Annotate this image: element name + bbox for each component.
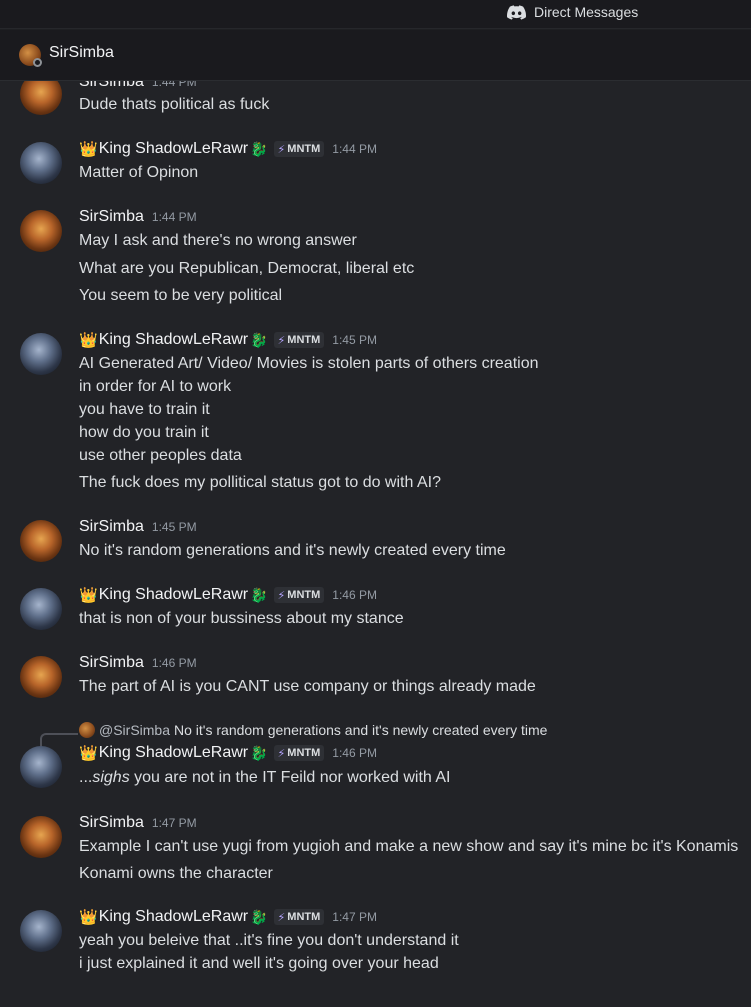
server-tag[interactable]: ⚡ MNTM bbox=[273, 587, 325, 603]
timestamp: 1:45 PM bbox=[332, 333, 377, 347]
crown-icon: 👑 bbox=[79, 745, 98, 762]
timestamp: 1:47 PM bbox=[332, 910, 377, 924]
message-text: Dude thats political as fuck bbox=[79, 96, 270, 113]
avatar[interactable] bbox=[20, 142, 62, 184]
reply-username[interactable]: @SirSimba bbox=[99, 722, 170, 738]
dragon-icon: 🐉 bbox=[250, 908, 268, 925]
avatar[interactable] bbox=[20, 656, 62, 698]
server-tag[interactable]: ⚡ MNTM bbox=[273, 332, 325, 348]
message-text: how do you train it bbox=[79, 424, 209, 441]
crown-icon: 👑 bbox=[79, 332, 98, 349]
avatar[interactable] bbox=[20, 333, 62, 375]
server-tag[interactable]: ⚡ MNTM bbox=[273, 909, 325, 925]
timestamp: 1:44 PM bbox=[332, 142, 377, 156]
reply-preview[interactable]: @SirSimba No it's random generations and… bbox=[79, 722, 547, 738]
dragon-icon: 🐉 bbox=[250, 744, 268, 761]
username[interactable]: SirSimba bbox=[79, 654, 144, 672]
avatar[interactable] bbox=[20, 816, 62, 858]
message-text: yeah you beleive that ..it's fine you do… bbox=[79, 932, 459, 949]
avatar[interactable] bbox=[20, 746, 62, 788]
message-text: i just explained it and well it's going … bbox=[79, 955, 439, 972]
timestamp: 1:46 PM bbox=[151, 656, 197, 670]
dragon-icon: 🐉 bbox=[250, 331, 268, 348]
dragon-icon: 🐉 bbox=[250, 140, 268, 157]
message-text: you have to train it bbox=[79, 401, 210, 418]
username[interactable]: King ShadowLeRawr bbox=[99, 586, 248, 604]
message-text: Example I can't use yugi from yugioh and… bbox=[79, 838, 739, 855]
bolt-icon: ⚡ bbox=[277, 747, 286, 760]
crown-icon: 👑 bbox=[79, 141, 98, 158]
message-text: AI Generated Art/ Video/ Movies is stole… bbox=[79, 355, 539, 372]
avatar[interactable] bbox=[20, 81, 62, 115]
server-tag[interactable]: ⚡ MNTM bbox=[273, 141, 325, 157]
dragon-icon: 🐉 bbox=[250, 586, 268, 603]
username[interactable]: SirSimba bbox=[79, 814, 144, 832]
avatar[interactable] bbox=[20, 910, 62, 952]
message-text: No it's random generations and it's newl… bbox=[79, 542, 506, 559]
direct-messages-header[interactable]: Direct Messages bbox=[507, 4, 638, 20]
direct-messages-label: Direct Messages bbox=[534, 4, 639, 20]
crown-icon: 👑 bbox=[79, 909, 98, 926]
avatar[interactable] bbox=[20, 588, 62, 630]
username[interactable]: King ShadowLeRawr bbox=[99, 744, 248, 762]
discord-icon bbox=[507, 4, 526, 20]
bolt-icon: ⚡ bbox=[277, 911, 286, 924]
reply-text: No it's random generations and it's newl… bbox=[174, 722, 548, 738]
message-text: ...sighs you are not in the IT Feild nor… bbox=[79, 769, 451, 786]
message-feed[interactable]: SirSimba 1:44 PM Dude thats political as… bbox=[0, 81, 751, 1007]
crown-icon: 👑 bbox=[79, 587, 98, 604]
message-text: May I ask and there's no wrong answer bbox=[79, 232, 357, 249]
message-text: Konami owns the character bbox=[79, 865, 273, 882]
message-text: The fuck does my pollitical status got t… bbox=[79, 474, 441, 491]
timestamp: 1:44 PM bbox=[151, 210, 197, 224]
bolt-icon: ⚡ bbox=[277, 334, 286, 347]
channel-name[interactable]: SirSimba bbox=[49, 44, 114, 62]
timestamp: 1:44 PM bbox=[151, 81, 197, 89]
timestamp: 1:46 PM bbox=[332, 588, 377, 602]
message-text: You seem to be very political bbox=[79, 287, 283, 304]
message-text: The part of AI is you CANT use company o… bbox=[79, 678, 536, 695]
username[interactable]: King ShadowLeRawr bbox=[99, 331, 248, 349]
timestamp: 1:45 PM bbox=[151, 520, 197, 534]
timestamp: 1:46 PM bbox=[332, 746, 377, 760]
username[interactable]: SirSimba bbox=[79, 208, 144, 226]
message-text: use other peoples data bbox=[79, 447, 242, 464]
reply-connector bbox=[40, 733, 78, 747]
status-indicator bbox=[33, 58, 42, 67]
reply-avatar bbox=[79, 722, 95, 738]
username[interactable]: King ShadowLeRawr bbox=[99, 140, 248, 158]
bolt-icon: ⚡ bbox=[277, 143, 286, 156]
message-text: What are you Republican, Democrat, liber… bbox=[79, 260, 415, 277]
username[interactable]: King ShadowLeRawr bbox=[99, 908, 248, 926]
avatar[interactable] bbox=[20, 520, 62, 562]
top-bar: Direct Messages bbox=[0, 0, 751, 29]
bolt-icon: ⚡ bbox=[277, 589, 286, 602]
message-text: Matter of Opinon bbox=[79, 164, 199, 181]
message-text: that is non of your bussiness about my s… bbox=[79, 610, 404, 627]
username[interactable]: SirSimba bbox=[79, 81, 144, 91]
server-tag[interactable]: ⚡ MNTM bbox=[273, 745, 325, 761]
username[interactable]: SirSimba bbox=[79, 518, 144, 536]
message-text: in order for AI to work bbox=[79, 378, 232, 395]
avatar[interactable] bbox=[20, 210, 62, 252]
timestamp: 1:47 PM bbox=[151, 816, 197, 830]
